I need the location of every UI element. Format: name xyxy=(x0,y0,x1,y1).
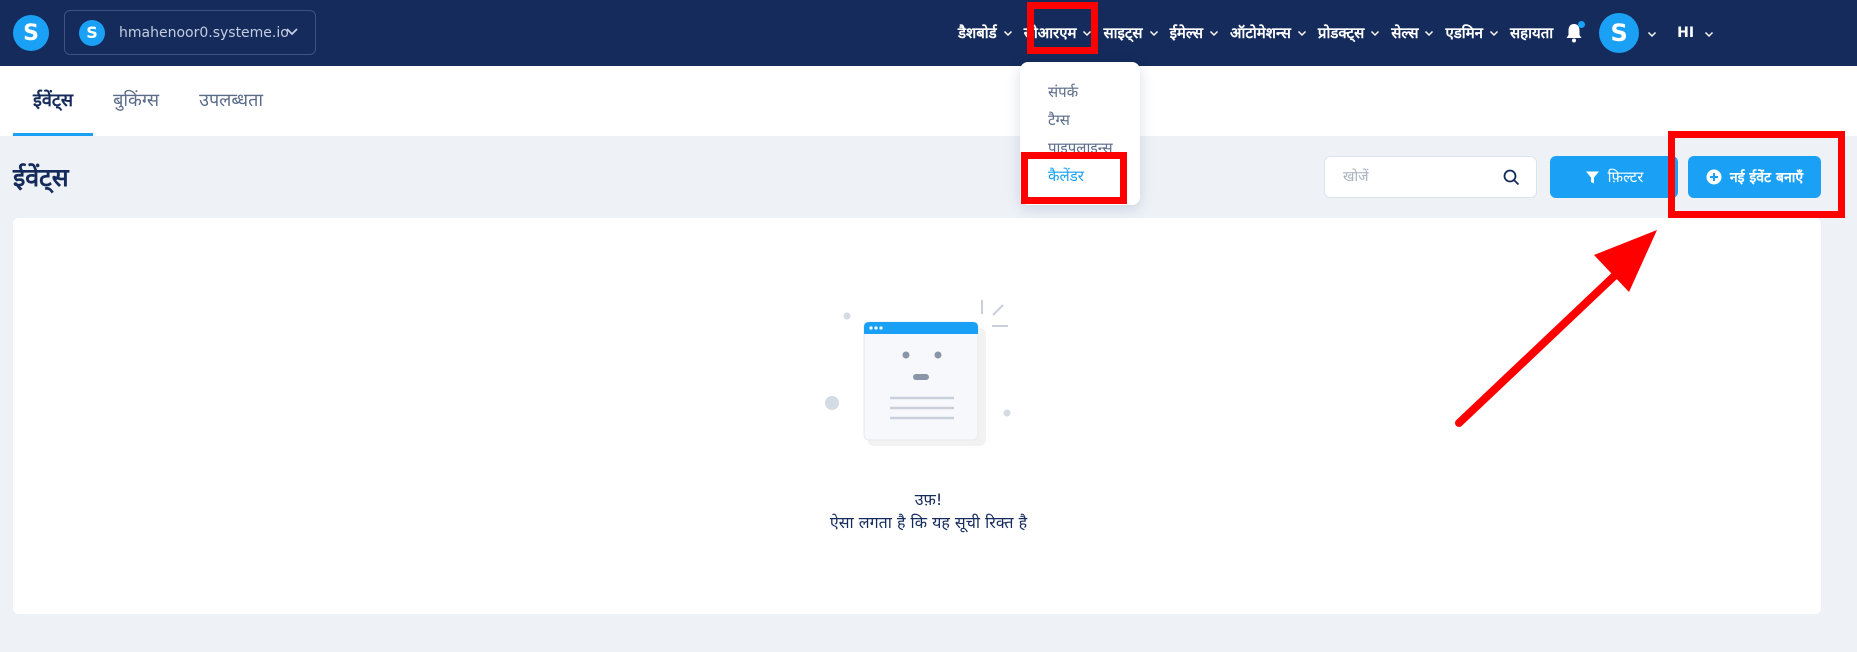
annotation-arrow xyxy=(1455,230,1657,427)
